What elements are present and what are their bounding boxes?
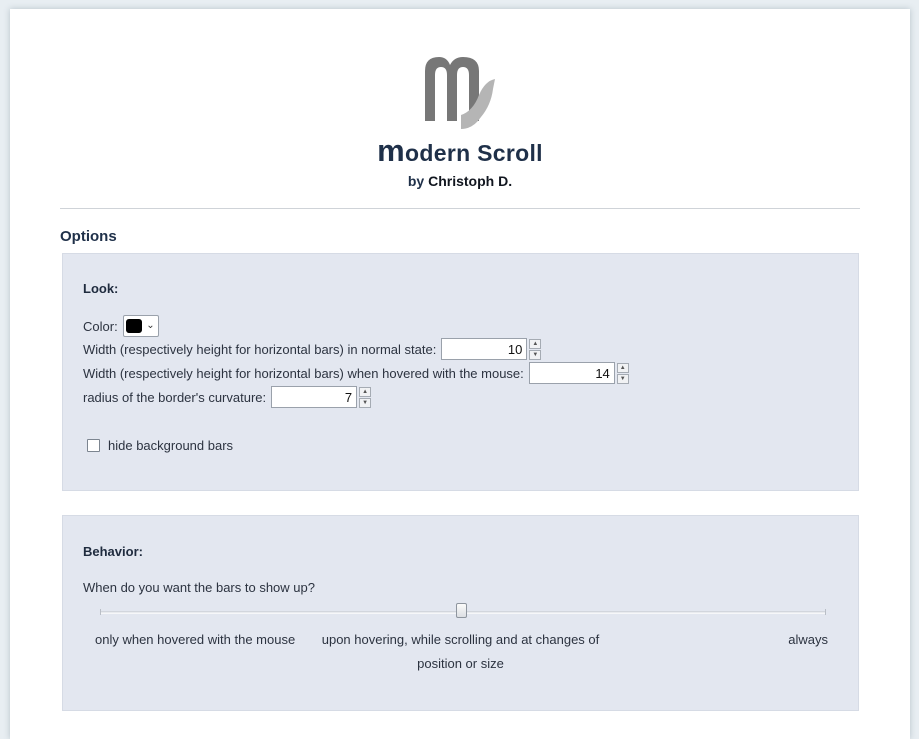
hover-width-spinner: ▲ ▼ xyxy=(616,362,629,384)
look-title: Look: xyxy=(83,281,119,296)
slider-tick xyxy=(100,609,101,615)
radius-row: radius of the border's curvature: ▲ ▼ xyxy=(83,386,372,408)
radius-label: radius of the border's curvature: xyxy=(83,389,267,405)
radius-control: ▲ ▼ xyxy=(271,386,372,408)
normal-width-spinner: ▲ ▼ xyxy=(529,338,542,360)
behavior-title: Behavior: xyxy=(83,544,143,559)
app-title-initial: m xyxy=(377,133,406,168)
color-swatch xyxy=(125,319,142,333)
spin-up-icon[interactable]: ▲ xyxy=(529,338,542,349)
color-picker[interactable]: ⌄ xyxy=(122,315,159,337)
header xyxy=(10,55,910,129)
visibility-slider-thumb[interactable] xyxy=(456,603,467,618)
hover-width-input[interactable] xyxy=(528,362,615,384)
chevron-down-icon: ⌄ xyxy=(146,320,155,331)
spin-down-icon[interactable]: ▼ xyxy=(616,373,629,384)
byline: by Christoph D. xyxy=(10,173,910,189)
spin-down-icon[interactable]: ▼ xyxy=(359,397,372,408)
normal-width-control: ▲ ▼ xyxy=(441,338,542,360)
hover-width-control: ▲ ▼ xyxy=(528,362,629,384)
byline-prefix: by xyxy=(407,173,425,189)
normal-width-label: Width (respectively height for horizonta… xyxy=(83,341,437,357)
hover-width-label: Width (respectively height for horizonta… xyxy=(83,365,524,381)
modern-scroll-logo xyxy=(425,57,495,129)
look-section: Look: Color: ⌄ Width (respectively heigh… xyxy=(62,253,859,491)
slider-option-hover-scroll-change[interactable]: upon hovering, while scrolling and at ch… xyxy=(313,628,608,676)
color-row: Color: ⌄ xyxy=(83,315,159,337)
hover-width-row: Width (respectively height for horizonta… xyxy=(83,362,629,384)
normal-width-input[interactable] xyxy=(441,338,528,360)
slider-option-always[interactable]: always xyxy=(780,628,828,652)
app-title: modern Scroll xyxy=(10,133,910,169)
spin-up-icon[interactable]: ▲ xyxy=(359,386,372,397)
spin-down-icon[interactable]: ▼ xyxy=(529,349,542,360)
radius-input[interactable] xyxy=(271,386,358,408)
behavior-section: Behavior: When do you want the bars to s… xyxy=(62,515,859,711)
normal-width-row: Width (respectively height for horizonta… xyxy=(83,338,542,360)
behavior-question: When do you want the bars to show up? xyxy=(83,580,315,595)
hide-background-label[interactable]: hide background bars xyxy=(108,438,233,453)
slider-option-hover[interactable]: only when hovered with the mouse xyxy=(95,628,295,652)
behavior-question-text: When do you want the bars to show up? xyxy=(83,580,315,595)
header-divider xyxy=(60,208,860,209)
radius-spinner: ▲ ▼ xyxy=(359,386,372,408)
color-label: Color: xyxy=(83,318,118,334)
slider-tick xyxy=(825,609,826,615)
spin-up-icon[interactable]: ▲ xyxy=(616,362,629,373)
app-title-rest: odern Scroll xyxy=(405,140,543,166)
hide-background-checkbox[interactable] xyxy=(87,439,100,452)
options-page: modern Scroll by Christoph D. Options Lo… xyxy=(10,9,910,739)
hide-background-row[interactable]: hide background bars xyxy=(87,438,233,453)
author-name: Christoph D. xyxy=(428,173,513,189)
options-heading: Options xyxy=(60,228,117,245)
